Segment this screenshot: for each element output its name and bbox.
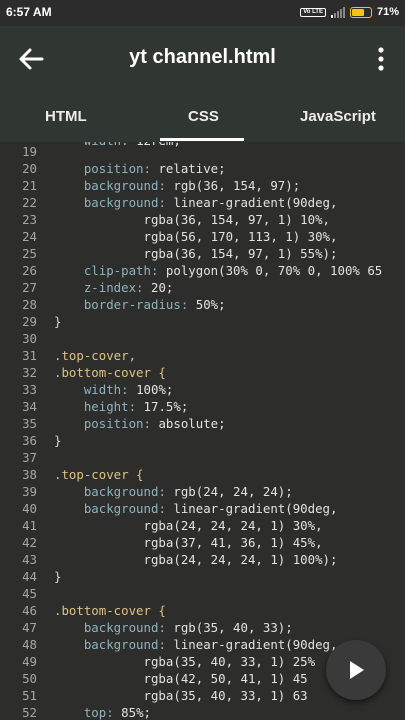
editor-tabs: HTML CSS JavaScript xyxy=(0,92,405,142)
code-text: width: 12rem; xyxy=(54,142,181,149)
code-text: z-index: 20; xyxy=(83,279,174,295)
battery-fill xyxy=(351,8,365,16)
active-tab-indicator xyxy=(160,138,244,141)
code-text: border-radius: 50%; xyxy=(83,296,226,312)
line-number: 49 xyxy=(22,653,37,669)
app-bar: yt channel.html xyxy=(0,26,405,92)
status-icons: Vo LTE 71% xyxy=(300,6,399,18)
code-text: clip-path: polygon(30% 0, 70% 0, 100% 65 xyxy=(83,262,383,278)
battery-icon xyxy=(349,6,372,18)
line-number: 31 xyxy=(22,347,37,363)
line-number: 20 xyxy=(22,160,37,176)
line-number: 36 xyxy=(22,432,37,448)
code-text: rgba(36, 154, 97, 1) 55%); xyxy=(54,245,338,261)
code-text: rgba(24, 24, 24, 1) 30%, xyxy=(54,517,323,533)
code-text: rgba(35, 40, 33, 1) 63 xyxy=(54,687,308,703)
line-number: 46 xyxy=(22,602,37,618)
code-text: width: 100%; xyxy=(83,381,174,397)
code-text: } xyxy=(54,568,62,584)
tab-css[interactable]: CSS xyxy=(188,108,219,125)
line-number: 37 xyxy=(22,449,37,465)
code-text: background: rgb(24, 24, 24); xyxy=(83,483,293,499)
code-text: background: linear-gradient(90deg, xyxy=(83,194,338,210)
volte-icon: Vo LTE xyxy=(300,7,326,17)
line-number: 44 xyxy=(22,568,37,584)
code-text: background: linear-gradient(90deg, xyxy=(83,636,338,652)
code-text: position: absolute; xyxy=(83,415,226,431)
line-number: 41 xyxy=(22,517,37,533)
line-number: 27 xyxy=(22,279,37,295)
line-number: 40 xyxy=(22,500,37,516)
code-text: .bottom-cover { xyxy=(54,364,166,380)
file-title: yt channel.html xyxy=(129,46,276,68)
line-number: 22 xyxy=(22,194,37,210)
battery-percent: 71% xyxy=(376,6,399,18)
code-text: top: 85%; xyxy=(83,704,151,720)
code-text: rgba(36, 154, 97, 1) 10%, xyxy=(54,211,331,227)
code-editor[interactable]: width: 12rem;1920 position: relative;21 … xyxy=(0,142,405,720)
line-number: 34 xyxy=(22,398,37,414)
line-number: 26 xyxy=(22,262,37,278)
line-number: 28 xyxy=(22,296,37,312)
line-number: 45 xyxy=(22,585,37,601)
code-text: .top-cover { xyxy=(54,466,144,482)
tab-javascript[interactable]: JavaScript xyxy=(300,108,376,125)
line-number: 39 xyxy=(22,483,37,499)
line-number: 38 xyxy=(22,466,37,482)
line-number: 48 xyxy=(22,636,37,652)
code-text: rgba(42, 50, 41, 1) 45 xyxy=(54,670,308,686)
line-number: 51 xyxy=(22,687,37,703)
line-number: 32 xyxy=(22,364,37,380)
line-number: 23 xyxy=(22,211,37,227)
code-text: position: relative; xyxy=(83,160,226,176)
code-text: } xyxy=(54,432,62,448)
code-text: rgba(24, 24, 24, 1) 100%); xyxy=(54,551,338,567)
line-number: 50 xyxy=(22,670,37,686)
line-number: 35 xyxy=(22,415,37,431)
line-number: 19 xyxy=(22,143,37,159)
code-text: } xyxy=(54,313,62,329)
code-text: background: linear-gradient(90deg, xyxy=(83,500,338,516)
code-text: rgba(37, 41, 36, 1) 45%, xyxy=(54,534,323,550)
code-text: background: rgb(36, 154, 97); xyxy=(83,177,301,193)
line-number: 43 xyxy=(22,551,37,567)
line-number: 47 xyxy=(22,619,37,635)
code-text: .top-cover, xyxy=(54,347,137,363)
line-number: 25 xyxy=(22,245,37,261)
line-number: 33 xyxy=(22,381,37,397)
signal-icon xyxy=(330,6,345,18)
play-icon xyxy=(350,661,364,679)
code-text: .bottom-cover { xyxy=(54,602,166,618)
line-number: 29 xyxy=(22,313,37,329)
line-number: 42 xyxy=(22,534,37,550)
line-number: 21 xyxy=(22,177,37,193)
line-number: 52 xyxy=(22,704,37,720)
tab-html[interactable]: HTML xyxy=(45,108,87,125)
status-bar: 6:57 AM Vo LTE 71% xyxy=(0,0,405,26)
more-vertical-icon[interactable] xyxy=(371,46,391,72)
code-text: height: 17.5%; xyxy=(83,398,189,414)
line-number: 24 xyxy=(22,228,37,244)
status-time: 6:57 AM xyxy=(6,5,52,19)
run-button[interactable] xyxy=(326,640,386,700)
code-text: background: rgb(35, 40, 33); xyxy=(83,619,293,635)
code-text: rgba(56, 170, 113, 1) 30%, xyxy=(54,228,338,244)
line-number: 30 xyxy=(22,330,37,346)
code-text: rgba(35, 40, 33, 1) 25% xyxy=(54,653,316,669)
